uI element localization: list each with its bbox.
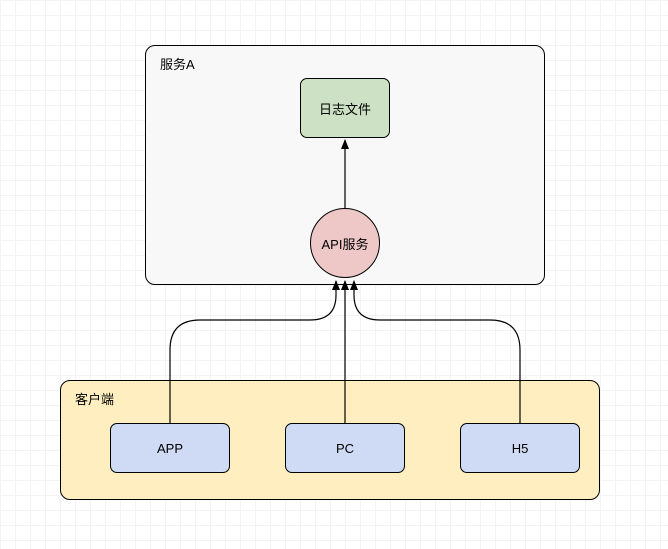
api-service-label: API服务	[322, 234, 369, 253]
api-service-node: API服务	[310, 208, 380, 278]
client-h5-node: H5	[460, 423, 580, 473]
client-h5-label: H5	[512, 441, 529, 456]
client-pc-node: PC	[285, 423, 405, 473]
client-app-label: APP	[157, 441, 183, 456]
service-a-title: 服务A	[160, 54, 195, 73]
log-file-label: 日志文件	[319, 99, 371, 118]
client-app-node: APP	[110, 423, 230, 473]
log-file-node: 日志文件	[300, 78, 390, 138]
client-pc-label: PC	[336, 441, 354, 456]
diagram-canvas: 服务A 日志文件 API服务 客户端 APP PC H5	[0, 0, 668, 549]
clients-title: 客户端	[75, 389, 114, 408]
